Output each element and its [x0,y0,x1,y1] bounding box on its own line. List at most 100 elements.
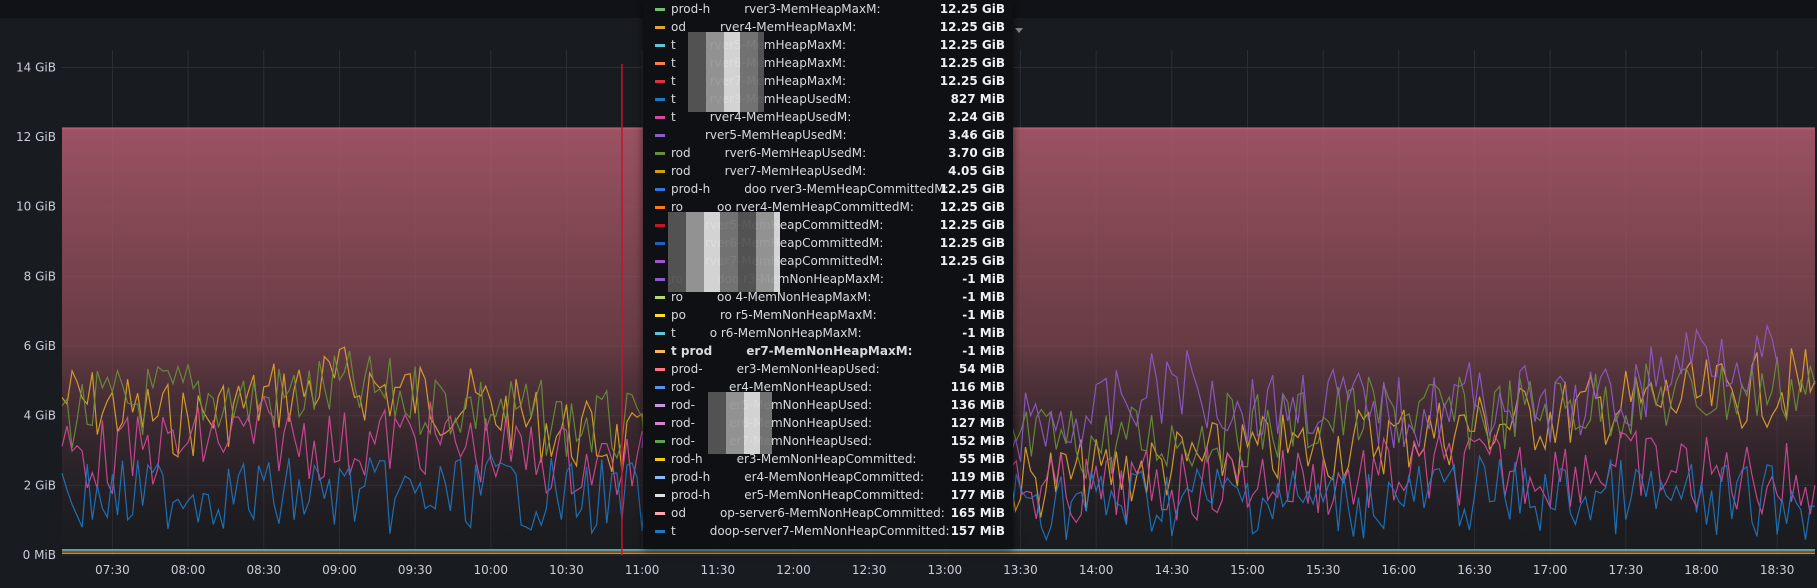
tooltip-row: rver5-MemHeapUsedM: 3.46 GiB [643,126,1013,144]
series-name-suffix: er4-MemNonHeapCommitted: [744,470,925,484]
tooltip-row: rod-er7-MemNonHeapUsed: 152 MiB [643,432,1013,450]
series-name-suffix: op-server6-MemNonHeapCommitted: [719,506,945,520]
redaction-blur [688,32,764,112]
series-name-prefix: rod- [671,380,695,394]
x-tick-label: 13:00 [928,563,963,577]
chevron-down-icon[interactable] [1015,28,1023,33]
tooltip-row: prod-h rver3-MemHeapMaxM: 12.25 GiB [643,0,1013,18]
series-name-prefix: t [671,524,676,538]
series-color-swatch [655,494,665,497]
series-name: t prod er7-MemNonHeapMaxM: [671,344,912,358]
series-name-prefix: prod-h [671,182,711,196]
series-value: 12.25 GiB [939,2,1005,16]
x-tick-label: 14:30 [1155,563,1190,577]
series-color-swatch [655,422,665,425]
series-name-prefix: prod-h [671,488,711,502]
series-color-swatch [655,278,665,281]
series-name-prefix: rod- [671,416,695,430]
series-name-suffix: er3-MemNonHeapCommitted: [736,452,917,466]
series-color-swatch [655,530,665,533]
series-color-swatch [655,134,665,137]
series-name: rver5-MemHeapUsedM: [671,128,847,142]
tooltip-row: rod-h er3-MemNonHeapCommitted: 55 MiB [643,450,1013,468]
series-value: 12.25 GiB [939,74,1005,88]
series-name: rod-h er3-MemNonHeapCommitted: [671,452,916,466]
series-color-swatch [655,260,665,263]
series-name-prefix: t prod [671,344,713,358]
y-tick-label: 14 GiB [16,60,56,74]
x-tick-label: 16:00 [1382,563,1417,577]
x-tick-label: 14:00 [1079,563,1114,577]
series-name-prefix: t [671,74,676,88]
series-color-swatch [655,368,665,371]
series-color-swatch [655,224,665,227]
series-name: prod-h er5-MemNonHeapCommitted: [671,488,924,502]
series-name-suffix: rver6-MemHeapUsedM: [724,146,867,160]
series-value: 119 MiB [950,470,1005,484]
x-tick-label: 10:30 [549,563,584,577]
redaction-blur [708,392,772,454]
series-value: 165 MiB [950,506,1005,520]
series-name-suffix: rver5-MemHeapUsedM: [705,128,847,142]
series-name-prefix: od [671,506,686,520]
series-value: 116 MiB [950,380,1005,394]
series-name: prod-h rver3-MemHeapMaxM: [671,2,881,16]
tooltip-row: rod rver7-MemHeapUsedM: 4.05 GiB [643,162,1013,180]
y-tick-label: 4 GiB [24,409,56,423]
series-name: prod-h doo rver3-MemHeapCommittedM: [671,182,949,196]
series-name: rod rver7-MemHeapUsedM: [671,164,866,178]
series-color-swatch [655,62,665,65]
series-color-swatch [655,170,665,173]
series-name-prefix: rod- [671,434,695,448]
tooltip-row: od op-server6-MemNonHeapCommitted: 165 MiB [643,504,1013,522]
x-tick-label: 09:30 [398,563,433,577]
series-name-suffix: ro r5-MemNonHeapMaxM: [719,308,877,322]
series-name-prefix: rod [671,164,691,178]
series-color-swatch [655,332,665,335]
series-color-swatch [655,206,665,209]
series-name: prod-h er4-MemNonHeapCommitted: [671,470,924,484]
series-value: 54 MiB [958,362,1005,376]
series-name-suffix: o r6-MemNonHeapMaxM: [709,326,862,340]
series-name-prefix: po [671,308,686,322]
x-tick-label: 16:30 [1457,563,1492,577]
series-name-suffix: doo rver3-MemHeapCommittedM: [744,182,949,196]
x-tick-label: 13:30 [1003,563,1038,577]
series-name: od op-server6-MemNonHeapCommitted: [671,506,945,520]
series-value: 55 MiB [958,452,1005,466]
series-name: po ro r5-MemNonHeapMaxM: [671,308,877,322]
series-value: 12.25 GiB [939,56,1005,70]
series-name: t rver4-MemHeapUsedM: [671,110,851,124]
series-name-suffix: er3-MemNonHeapUsed: [736,362,880,376]
series-value: 177 MiB [950,488,1005,502]
tooltip-row: prod-er3-MemNonHeapUsed: 54 MiB [643,360,1013,378]
x-tick-label: 18:00 [1684,563,1719,577]
y-tick-label: 8 GiB [24,269,56,283]
series-color-swatch [655,350,665,353]
tooltip-row: rod-er6-MemNonHeapUsed: 127 MiB [643,414,1013,432]
x-axis: 07:30 08:00 08:30 09:00 09:30 10:00 10:30 11:00… [95,563,1794,577]
series-name-prefix: prod-h [671,2,711,16]
x-tick-label: 09:00 [322,563,357,577]
series-value: 12.25 GiB [939,20,1005,34]
x-tick-label: 12:00 [776,563,811,577]
series-color-swatch [655,512,665,515]
y-tick-label: 6 GiB [24,339,56,353]
series-name-prefix: rod-h [671,452,703,466]
series-name-prefix: ro [671,290,684,304]
series-color-swatch [655,80,665,83]
series-value: 12.25 GiB [939,254,1005,268]
y-tick-label: 2 GiB [24,478,56,492]
series-name: rod rver6-MemHeapUsedM: [671,146,866,160]
x-tick-label: 12:30 [852,563,887,577]
series-value: 12.25 GiB [939,38,1005,52]
series-name-prefix: t [671,92,676,106]
series-value: -1 MiB [962,344,1005,358]
x-tick-label: 18:30 [1760,563,1795,577]
series-name-prefix: prod-h [671,470,711,484]
series-name-suffix: doop-server7-MemNonHeapCommitted: [709,524,950,538]
tooltip-row: rod-er4-MemNonHeapUsed: 116 MiB [643,378,1013,396]
series-name-prefix: rod- [671,398,695,412]
series-value: 2.24 GiB [948,110,1005,124]
series-color-swatch [655,296,665,299]
